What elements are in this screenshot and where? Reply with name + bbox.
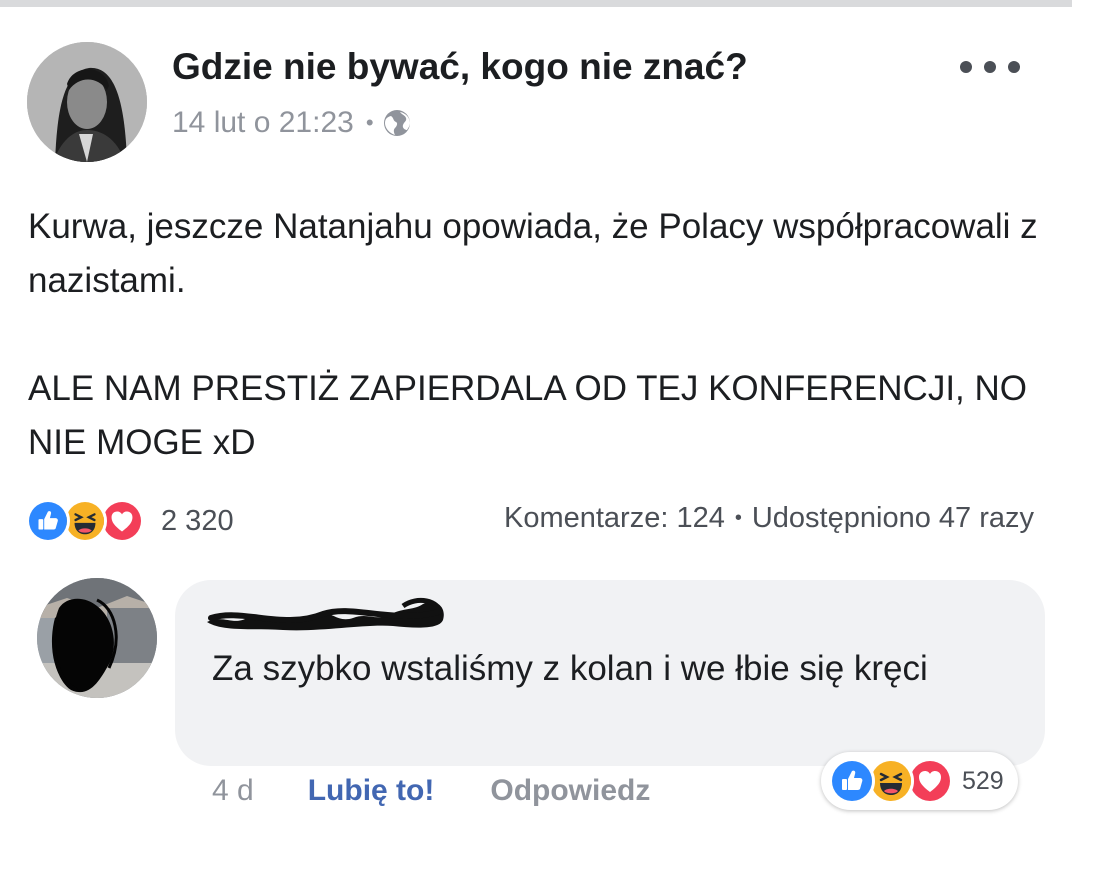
comment-bubble: Za szybko wstaliśmy z kolan i we łbie si… bbox=[175, 580, 1045, 766]
comment-actions: 4 d Lubię to! Odpowiedz bbox=[212, 774, 650, 808]
stats-separator: • bbox=[734, 507, 742, 529]
page-avatar[interactable] bbox=[27, 42, 147, 162]
commenter-avatar-image bbox=[37, 578, 157, 698]
more-dots-icon bbox=[960, 61, 972, 73]
post-body: Kurwa, jeszcze Natanjahu opowiada, że Po… bbox=[28, 200, 1048, 470]
post-paragraph: ALE NAM PRESTIŻ ZAPIERDALA OD TEJ KONFER… bbox=[28, 369, 1027, 462]
globe-icon[interactable] bbox=[382, 108, 412, 138]
commenter-avatar[interactable] bbox=[37, 578, 157, 698]
comment-time[interactable]: 4 d bbox=[212, 774, 254, 808]
comment-reply-button[interactable]: Odpowiedz bbox=[490, 774, 650, 808]
reaction-count[interactable]: 2 320 bbox=[161, 505, 234, 538]
post-paragraph: Kurwa, jeszcze Natanjahu opowiada, że Po… bbox=[28, 207, 1038, 300]
shares-count-link[interactable]: Udostępniono 47 razy bbox=[752, 502, 1034, 535]
like-reaction-icon bbox=[829, 758, 875, 804]
more-options-button[interactable] bbox=[960, 52, 1020, 82]
comment-reactions-summary[interactable]: 529 bbox=[821, 752, 1018, 810]
commenter-name-redacted[interactable] bbox=[203, 592, 453, 640]
comment-reaction-count: 529 bbox=[962, 766, 1004, 795]
like-reaction-icon bbox=[26, 499, 70, 543]
comment-like-button[interactable]: Lubię to! bbox=[308, 774, 435, 808]
post-meta: 14 lut o 21:23 • bbox=[172, 103, 412, 143]
reactions-summary[interactable]: 2 320 bbox=[26, 498, 234, 544]
page-avatar-image bbox=[27, 42, 147, 162]
page-name[interactable]: Gdzie nie bywać, kogo nie znać? bbox=[172, 46, 748, 88]
post-stats: Komentarze: 124 • Udostępniono 47 razy bbox=[504, 502, 1034, 535]
comment-text: Za szybko wstaliśmy z kolan i we łbie si… bbox=[212, 649, 928, 688]
post-timestamp[interactable]: 14 lut o 21:23 bbox=[172, 106, 354, 140]
meta-separator: • bbox=[365, 110, 374, 135]
top-divider bbox=[0, 0, 1072, 7]
comments-count-link[interactable]: Komentarze: 124 bbox=[504, 502, 725, 535]
